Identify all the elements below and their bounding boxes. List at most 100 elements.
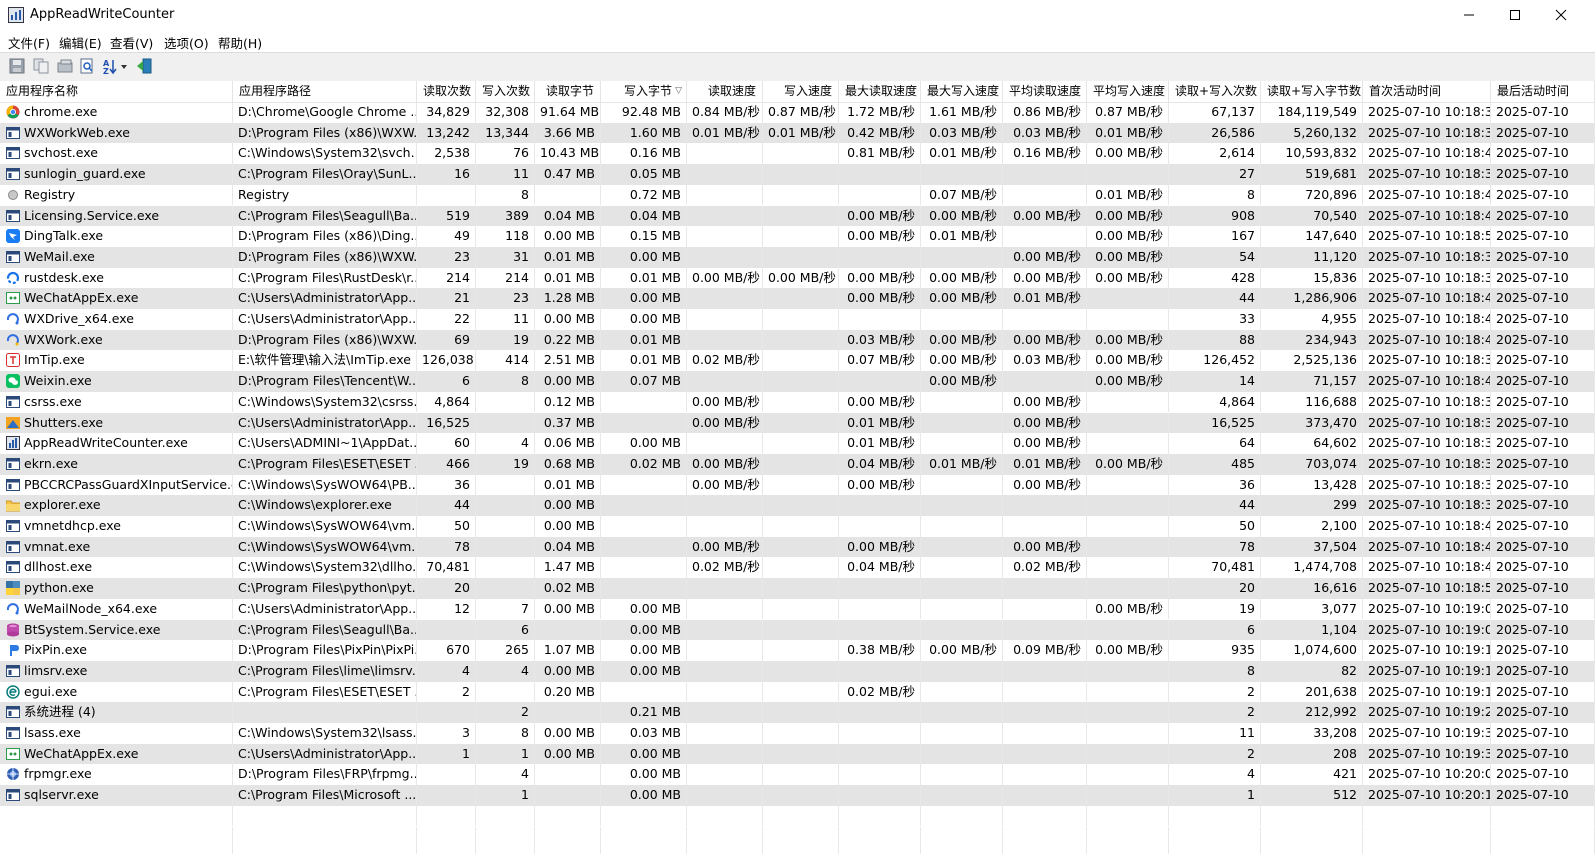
chrome-icon [6, 105, 20, 119]
sort-icon[interactable]: A Z [102, 57, 128, 75]
menu-edit[interactable]: 编辑(E) [59, 33, 102, 52]
col-max-write-speed-header[interactable]: 最大写入速度 [921, 81, 1003, 102]
empty-cell [1363, 805, 1491, 827]
first-activity-cell: 2025-07-10 10:18:41 [1363, 309, 1491, 330]
avg-read-speed-cell: 0.03 MB/秒 [1003, 350, 1087, 372]
max-read-speed-cell [839, 785, 921, 806]
table-row[interactable]: limsrv.exe C:\Program Files\lime\limsrv..… [0, 660, 1595, 682]
col-max-read-speed-header[interactable]: 最大读取速度 [839, 81, 921, 102]
table-row[interactable]: python.exe C:\Program Files\python\pyt...… [0, 578, 1595, 599]
write-speed-cell [763, 226, 839, 247]
table-row[interactable]: 系统进程 (4) 2 0.21 MB 2 212,992 2025-07-10 10:19… [0, 702, 1595, 723]
find-icon[interactable] [78, 57, 96, 75]
table-row[interactable]: Licensing.Service.exe C:\Program Files\Se… [0, 205, 1595, 227]
table-row[interactable]: Registry Registry 8 0.72 MB 0.07 MB/秒 0.01 MB… [0, 184, 1595, 206]
table-row[interactable]: WeChatAppEx.exe C:\Users\Administrator\Ap… [0, 743, 1595, 765]
rw-count-cell: 19 [1169, 598, 1261, 620]
read-count-cell: 34,829 [417, 102, 476, 123]
table-row[interactable]: chrome.exe D:\Chrome\Google Chrome ... 34,… [0, 102, 1595, 123]
col-avg-read-speed-header[interactable]: 平均读取速度 [1003, 81, 1087, 102]
table-row[interactable]: DingTalk.exe D:\Program Files (x86)\Ding.… [0, 226, 1595, 247]
menu-view[interactable]: 查看(V) [110, 33, 153, 52]
table-row[interactable]: Shutters.exe C:\Users\Administrator\App..… [0, 412, 1595, 434]
app-name-cell: PixPin.exe [0, 640, 233, 661]
table-row[interactable]: egui.exe C:\Program Files\ESET\ESET ... 2 0… [0, 681, 1595, 703]
col-write-bytes-header[interactable]: 写入字节 ▽ [601, 81, 687, 102]
empty-cell [921, 826, 1003, 848]
app-name-text: WeChatAppEx.exe [24, 290, 139, 306]
max-read-speed-cell: 0.00 MB/秒 [839, 226, 921, 247]
col-last-activity-header[interactable]: 最后活动时间 [1491, 81, 1595, 102]
empty-cell [1491, 826, 1595, 848]
app-name-text: WeMailNode_x64.exe [24, 600, 158, 616]
col-read-speed-header[interactable]: 读取速度 [687, 81, 763, 102]
col-rw-count-header[interactable]: 读取+写入次数 [1169, 81, 1261, 102]
col-write-speed-header[interactable]: 写入速度 [763, 81, 839, 102]
table-row[interactable]: lsass.exe C:\Windows\System32\lsass.... 3 8… [0, 723, 1595, 744]
col-write-count-header[interactable]: 写入次数 [476, 81, 535, 102]
rw-bytes-cell: 703,074 [1261, 453, 1363, 475]
table-row[interactable]: WXWorkWeb.exe D:\Program Files (x86)\WXW.… [0, 122, 1595, 144]
empty-cell [0, 826, 233, 848]
menu-file[interactable]: 文件(F) [8, 33, 50, 52]
table-row[interactable]: rustdesk.exe C:\Program Files\RustDesk\r.… [0, 267, 1595, 289]
exit-icon[interactable] [135, 57, 153, 75]
app-counter-icon [6, 436, 20, 451]
wxdrive-icon [6, 313, 19, 325]
table-row[interactable]: PixPin.exe D:\Program Files\PixPin\PixPi.… [0, 640, 1595, 661]
menu-help[interactable]: 帮助(H) [218, 33, 262, 52]
close-button[interactable] [1538, 0, 1584, 30]
table-row[interactable]: WeChatAppEx.exe C:\Users\Administrator\Ap… [0, 288, 1595, 309]
minimize-button[interactable] [1446, 0, 1492, 30]
table-row[interactable]: dllhost.exe C:\Windows\System32\dllho... 7… [0, 557, 1595, 579]
table-row[interactable]: WeMail.exe D:\Program Files (x86)\WXW... 2… [0, 246, 1595, 268]
read-speed-cell: 0.00 MB/秒 [687, 267, 763, 289]
avg-read-speed-cell: 0.00 MB/秒 [1003, 433, 1087, 454]
first-activity-cell: 2025-07-10 10:19:03 [1363, 619, 1491, 641]
last-activity-cell: 2025-07-10 [1491, 246, 1595, 268]
avg-write-speed-cell [1087, 288, 1169, 309]
table-row[interactable]: WXWork.exe D:\Program Files (x86)\WXW... 6… [0, 329, 1595, 351]
write-speed-cell [763, 184, 839, 206]
table-row[interactable]: sunlogin_guard.exe C:\Program Files\Oray\… [0, 164, 1595, 185]
col-rw-bytes-header[interactable]: 读取+写入字节数 [1261, 81, 1363, 102]
table-row[interactable]: WXDrive_x64.exe C:\Users\Administrator\Ap… [0, 309, 1595, 330]
table-row[interactable]: ekrn.exe C:\Program Files\ESET\ESET ... 46… [0, 453, 1595, 475]
table-row[interactable]: PBCCRCPassGuardXInputService.exe C:\Windo… [0, 474, 1595, 496]
write-speed-cell [763, 702, 839, 723]
table-row[interactable]: sqlservr.exe C:\Program Files\Microsoft .… [0, 785, 1595, 806]
table-row[interactable]: svchost.exe C:\Windows\System32\svch... 2,… [0, 143, 1595, 165]
table-row[interactable]: vmnat.exe C:\Windows\SysWOW64\vm... 78 0.04… [0, 536, 1595, 558]
table-row[interactable]: explorer.exe C:\Windows\explorer.exe 44 0.0… [0, 495, 1595, 516]
table-row[interactable]: WeMailNode_x64.exe C:\Users\Administrator… [0, 598, 1595, 620]
write-speed-cell [763, 412, 839, 434]
col-app-path-header[interactable]: 应用程序路径 [233, 81, 417, 102]
read-bytes-cell [535, 785, 601, 806]
last-activity-cell: 2025-07-10 [1491, 723, 1595, 744]
rw-bytes-cell: 2,100 [1261, 516, 1363, 537]
col-avg-write-speed-header[interactable]: 平均写入速度 [1087, 81, 1169, 102]
table-row[interactable]: Weixin.exe D:\Program Files\Tencent\W... 6… [0, 371, 1595, 392]
avg-write-speed-cell [1087, 743, 1169, 765]
table-row[interactable]: vmnetdhcp.exe C:\Windows\SysWOW64\vm... 50… [0, 516, 1595, 537]
table-row[interactable]: ImTip.exe E:\软件管理\输入法\ImTip.exe 126,038 414… [0, 350, 1595, 372]
col-read-count-header[interactable]: 读取次数 [417, 81, 476, 102]
col-first-activity-header[interactable]: 首次活动时间 [1363, 81, 1491, 102]
minimize-icon [1464, 14, 1474, 16]
app-list-table[interactable]: 应用程序名称 应用程序路径 读取次数 写入次数 读取字节 写入字节 ▽ 读取速度 写入速度 最大读… [0, 81, 1595, 854]
col-read-bytes-header[interactable]: 读取字节 [535, 81, 601, 102]
table-row[interactable]: AppReadWriteCounter.exe C:\Users\ADMINI~1… [0, 433, 1595, 454]
table-row[interactable]: frpmgr.exe D:\Program Files\FRP\frpmg... 4… [0, 764, 1595, 786]
menu-options[interactable]: 选项(O) [164, 33, 209, 52]
app-name-cell: 系统进程 (4) [0, 702, 233, 723]
table-row[interactable]: BtSystem.Service.exe C:\Program Files\Sea… [0, 619, 1595, 641]
rw-count-cell: 64 [1169, 433, 1261, 454]
maximize-button[interactable] [1492, 0, 1538, 30]
save-icon[interactable] [8, 57, 26, 75]
properties-icon[interactable] [56, 57, 74, 75]
table-row[interactable]: csrss.exe C:\Windows\System32\csrss.... 4,… [0, 391, 1595, 413]
copy-icon[interactable] [32, 57, 50, 75]
col-app-name-header[interactable]: 应用程序名称 [0, 81, 233, 102]
read-count-cell: 22 [417, 309, 476, 330]
avg-read-speed-cell [1003, 226, 1087, 247]
